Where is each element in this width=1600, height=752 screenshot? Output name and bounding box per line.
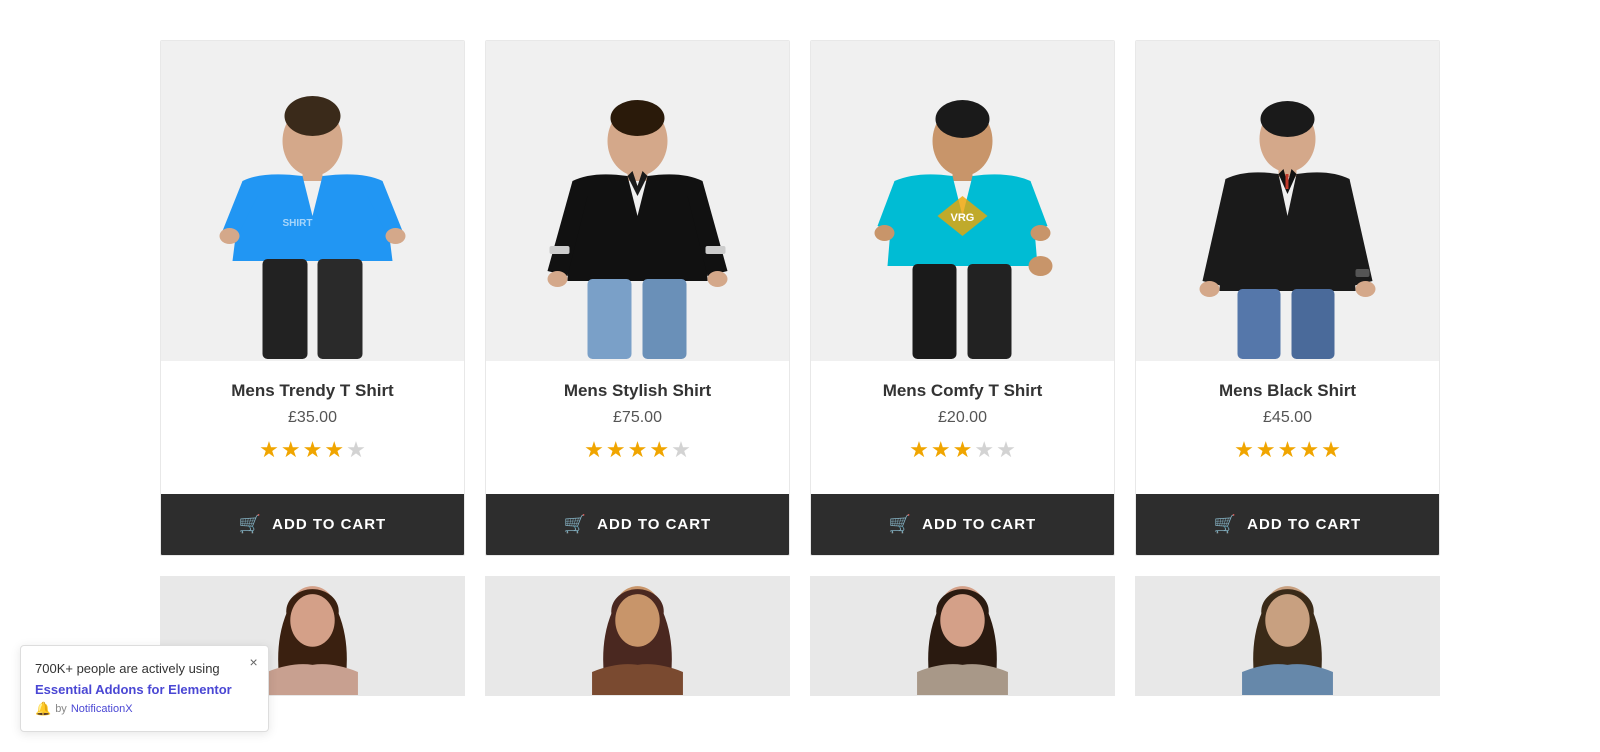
star-2-5: ★ (671, 437, 691, 463)
product-price-2: £75.00 (501, 409, 774, 427)
star-3-3: ★ (953, 437, 973, 463)
cart-icon-3: 🛒 (889, 514, 912, 535)
star-3-2: ★ (931, 437, 951, 463)
star-4-5: ★ (1321, 437, 1341, 463)
product-name-3: Mens Comfy T Shirt (826, 381, 1099, 401)
product-card-4: Mens Black Shirt £45.00 ★ ★ ★ ★ ★ 🛒 ADD … (1135, 40, 1440, 556)
star-4-3: ★ (1278, 437, 1298, 463)
product-info-1: Mens Trendy T Shirt £35.00 ★ ★ ★ ★ ★ (161, 361, 464, 494)
product-price-4: £45.00 (1151, 409, 1424, 427)
product-name-4: Mens Black Shirt (1151, 381, 1424, 401)
star-4-2: ★ (1256, 437, 1276, 463)
star-2-4: ★ (649, 437, 669, 463)
star-4-1: ★ (1234, 437, 1254, 463)
notification-by-text: by (55, 703, 67, 715)
cart-icon-2: 🛒 (564, 514, 587, 535)
product-image-1: SHIRT (161, 41, 464, 361)
star-1-2: ★ (281, 437, 301, 463)
product-stars-1: ★ ★ ★ ★ ★ (176, 437, 449, 463)
add-to-cart-label-4: ADD TO CART (1247, 516, 1361, 533)
notification-bar: × 700K+ people are actively using Essent… (20, 645, 269, 732)
product-name-2: Mens Stylish Shirt (501, 381, 774, 401)
cart-icon-4: 🛒 (1214, 514, 1237, 535)
product-stars-3: ★ ★ ★ ★ ★ (826, 437, 1099, 463)
product-image-6 (486, 577, 789, 696)
star-2-2: ★ (606, 437, 626, 463)
product-card-3: VRG Mens Comfy T Shirt £20.00 (810, 40, 1115, 556)
add-to-cart-label-1: ADD TO CART (272, 516, 386, 533)
product-image-2 (486, 41, 789, 361)
star-4-4: ★ (1299, 437, 1319, 463)
star-1-5: ★ (346, 437, 366, 463)
add-to-cart-button-4[interactable]: 🛒 ADD TO CART (1136, 494, 1439, 555)
star-3-4: ★ (974, 437, 994, 463)
product-card-1: SHIRT Mens Trendy T Shirt £35.00 ★ (160, 40, 465, 556)
star-1-1: ★ (259, 437, 279, 463)
product-card-6 (485, 576, 790, 696)
add-to-cart-button-2[interactable]: 🛒 ADD TO CART (486, 494, 789, 555)
svg-text:VRG: VRG (951, 212, 975, 224)
product-stars-4: ★ ★ ★ ★ ★ (1151, 437, 1424, 463)
product-image-3: VRG (811, 41, 1114, 361)
product-image-4 (1136, 41, 1439, 361)
add-to-cart-label-3: ADD TO CART (922, 516, 1036, 533)
add-to-cart-label-2: ADD TO CART (597, 516, 711, 533)
notification-brand-link[interactable]: NotificationX (71, 703, 133, 715)
cart-icon-1: 🛒 (239, 514, 262, 535)
product-price-3: £20.00 (826, 409, 1099, 427)
product-grid-row1: SHIRT Mens Trendy T Shirt £35.00 ★ (160, 0, 1440, 556)
product-info-4: Mens Black Shirt £45.00 ★ ★ ★ ★ ★ (1136, 361, 1439, 494)
star-1-3: ★ (303, 437, 323, 463)
star-2-1: ★ (584, 437, 604, 463)
product-image-8 (1136, 577, 1439, 696)
star-1-4: ★ (324, 437, 344, 463)
notification-by: 🔔 by NotificationX (35, 701, 232, 717)
product-card-7 (810, 576, 1115, 696)
product-stars-2: ★ ★ ★ ★ ★ (501, 437, 774, 463)
notif-bell-icon: 🔔 (35, 701, 51, 717)
star-3-1: ★ (909, 437, 929, 463)
product-name-1: Mens Trendy T Shirt (176, 381, 449, 401)
notification-close-button[interactable]: × (250, 654, 258, 670)
page-wrapper: SHIRT Mens Trendy T Shirt £35.00 ★ (0, 0, 1600, 752)
product-price-1: £35.00 (176, 409, 449, 427)
add-to-cart-button-3[interactable]: 🛒 ADD TO CART (811, 494, 1114, 555)
product-card-8 (1135, 576, 1440, 696)
svg-text:SHIRT: SHIRT (283, 218, 313, 229)
product-image-7 (811, 577, 1114, 696)
product-info-2: Mens Stylish Shirt £75.00 ★ ★ ★ ★ ★ (486, 361, 789, 494)
notification-link[interactable]: Essential Addons for Elementor (35, 682, 232, 697)
notification-main-text: 700K+ people are actively using (35, 660, 232, 678)
product-info-3: Mens Comfy T Shirt £20.00 ★ ★ ★ ★ ★ (811, 361, 1114, 494)
star-2-3: ★ (628, 437, 648, 463)
product-grid-row2 (160, 556, 1440, 696)
add-to-cart-button-1[interactable]: 🛒 ADD TO CART (161, 494, 464, 555)
star-3-5: ★ (996, 437, 1016, 463)
product-card-2: Mens Stylish Shirt £75.00 ★ ★ ★ ★ ★ 🛒 AD… (485, 40, 790, 556)
